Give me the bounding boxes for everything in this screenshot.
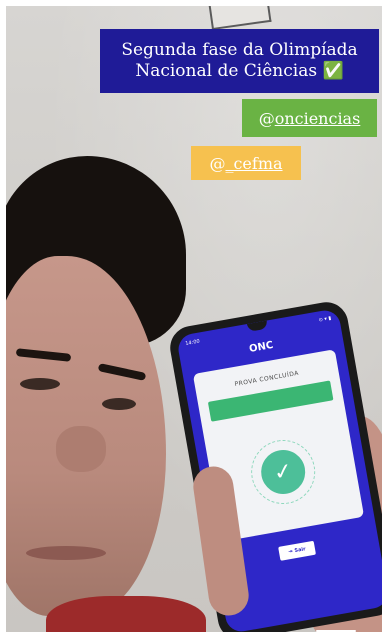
person-shirt — [46, 596, 206, 632]
person-eye — [20, 378, 60, 390]
mention-handle: onciencias — [274, 108, 361, 128]
mention-prefix: @ — [209, 153, 226, 173]
mention-cefma[interactable]: @ _cefma — [191, 146, 301, 180]
person-nose — [56, 426, 106, 472]
story-title-sticker: Segunda fase da Olimpíada Nacional de Ci… — [100, 29, 379, 93]
exit-button[interactable]: ⇥ Sair — [278, 540, 317, 561]
mention-prefix: @ — [258, 108, 275, 128]
home-indicator[interactable] — [316, 630, 356, 632]
person-eye — [102, 398, 136, 410]
exit-label: Sair — [294, 546, 307, 555]
person-mouth — [26, 546, 106, 560]
story-title-line1: Segunda fase da Olimpíada — [121, 40, 358, 60]
story-title-line2: Nacional de Ciências ✅ — [135, 61, 344, 81]
mention-handle: _cefma — [225, 153, 283, 173]
status-icons: ⊙ ▾ ▮ — [318, 315, 332, 324]
mention-onciencias[interactable]: @ onciencias — [242, 99, 377, 137]
status-time: 14:00 — [184, 338, 201, 347]
exit-icon: ⇥ — [287, 548, 294, 556]
